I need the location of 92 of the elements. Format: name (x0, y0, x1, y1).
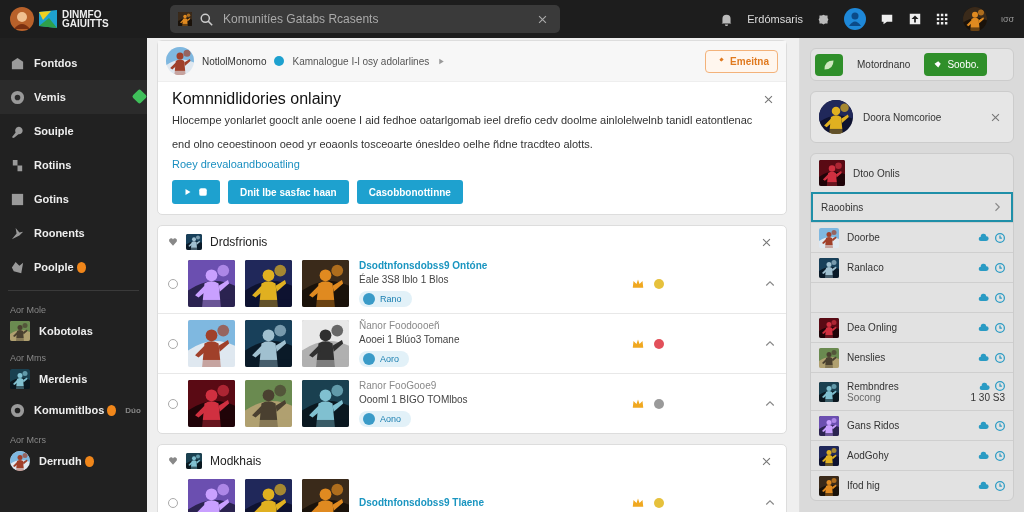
cloud-icon (978, 292, 989, 303)
cloud-icon (978, 322, 989, 333)
tab[interactable]: Soobo. (924, 53, 988, 76)
bell-icon (720, 12, 734, 26)
group-title: Modkhais (210, 454, 263, 468)
cloud-icon (978, 262, 989, 273)
close-icon (763, 93, 774, 105)
upload-icon (907, 12, 922, 26)
game-title[interactable]: Dsodtnfonsdobss9 Tlaene (359, 497, 622, 508)
heart-icon (168, 237, 178, 247)
section-heading: Aor Mcrs (9, 434, 47, 447)
card-link[interactable]: Roey drevaloandbooatling (158, 158, 786, 170)
sidebar-item[interactable]: Merdenis (0, 365, 147, 393)
radio-button[interactable] (168, 497, 178, 508)
clock-icon (995, 322, 1005, 333)
card-title: Komnnidlidories onlainy (172, 90, 342, 108)
sidebar-item[interactable]: Derrudh (0, 447, 147, 475)
game-title[interactable]: Ranor FooGooe9 (359, 380, 622, 391)
gear-icon (816, 12, 830, 26)
sidebar-item[interactable]: Fontdos (0, 46, 147, 80)
game-title[interactable]: Dsodtnfonsdobss9 Ontóne (359, 260, 622, 271)
user-name: NotlolMonomo (202, 55, 267, 67)
sidebar-item[interactable]: Roonents (0, 216, 147, 250)
radio-button[interactable] (168, 398, 178, 409)
clock-icon (995, 352, 1005, 363)
friend-row[interactable]: Gans Ridos (811, 410, 1013, 440)
user-tagline: Kamnalogue I-l osy adolarlines (292, 55, 430, 67)
sidebar-item[interactable]: Kobotolas (0, 317, 147, 345)
sidebar-item[interactable]: Vemis (0, 80, 147, 114)
sidebar-item[interactable]: Poolple (0, 250, 147, 284)
user-icon (843, 8, 866, 30)
close-icon (537, 13, 548, 25)
leaf-icon (823, 58, 835, 71)
logo-text: DINMFO GAIUITTS (62, 10, 109, 28)
cloud-icon (978, 420, 989, 431)
search-field[interactable]: Komunitíes Gatabs Rcasents (221, 11, 525, 27)
friend-row[interactable]: Ifod hig (811, 470, 1013, 500)
avatar[interactable] (10, 7, 34, 31)
cloud-icon (978, 232, 989, 243)
heart-icon (168, 456, 178, 466)
radio-button[interactable] (168, 278, 178, 289)
friend-row[interactable]: Raoobins (811, 192, 1013, 222)
cloud-icon (978, 450, 989, 461)
chat-icon (879, 12, 894, 26)
notifications-label[interactable]: Erdómsaris (747, 13, 803, 25)
game-title[interactable]: Ñanor Foodoooeñ (359, 320, 622, 331)
clock-icon (995, 380, 1005, 391)
logo-icon (37, 8, 59, 30)
clock-icon (995, 420, 1005, 431)
tag-pill: Rano (359, 291, 412, 307)
friend-row[interactable]: Nenslies (811, 342, 1013, 372)
search-icon (200, 12, 213, 26)
search-bar[interactable]: Komunitíes Gatabs Rcasents (170, 5, 560, 33)
cloud-icon (978, 480, 989, 491)
play-icon (184, 188, 192, 196)
friend-row[interactable]: Rembndres Socong 1 30 S3 (811, 372, 1013, 410)
arrow-icon (437, 56, 447, 66)
friend-row[interactable]: AodGohy (811, 440, 1013, 470)
user-tag: ισσ (1000, 14, 1014, 24)
section-heading: Aor Mms (9, 352, 47, 365)
close-icon (990, 111, 1001, 123)
close-icon (761, 236, 772, 248)
card-description: Hlocempe yonlarlet gooclt anle ooene I aid fedhoe oatarlgomab ieel drefio cedv doolme ainlolelwelnb tanidl eatontlenac end olno ceoestinoon oeod yr eoaonls tosceoarte ónesldeo oelhe ñdne tracdteo alotts. (171, 113, 754, 152)
tab[interactable]: Motordnano (849, 53, 919, 76)
clock-icon (995, 262, 1005, 273)
tag-pill: Aoro (359, 351, 409, 367)
section-heading: Aor Mole (9, 304, 47, 317)
game-subtitle: Oooml 1 BIGO TOMlbos (359, 394, 469, 405)
grid-icon (935, 12, 949, 26)
play-button[interactable] (172, 180, 220, 204)
sidebar-item[interactable]: Gotins (0, 182, 147, 216)
friend-row[interactable]: Dea Onling (811, 312, 1013, 342)
close-icon (761, 455, 772, 467)
sidebar-item[interactable]: Souiple (0, 114, 147, 148)
badge-count: Dúo (125, 405, 141, 415)
clock-icon (995, 450, 1005, 461)
clock-icon (995, 292, 1005, 303)
radio-button[interactable] (168, 338, 178, 349)
friend-row[interactable]: Doorbe (811, 222, 1013, 252)
profile-name: Doora Nomcorioe (863, 111, 943, 123)
friend-row[interactable]: Ranlaco (811, 252, 1013, 282)
cloud-icon (978, 352, 989, 363)
game-subtitle: Aooei 1 Blúo3 Tomane (359, 334, 461, 345)
group-title: Drdsfrionis (210, 235, 269, 249)
sidebar-item[interactable]: Komumitlbos Dúo (0, 393, 147, 427)
clock-icon (995, 232, 1005, 243)
cloud-icon (979, 380, 990, 392)
clock-icon (995, 480, 1005, 491)
game-subtitle: Éale 3S8 lblo 1 Blos (359, 274, 450, 285)
tag-pill: Aono (359, 411, 412, 427)
sidebar-item[interactable]: Rotiins (0, 148, 147, 182)
friends-header: Dtoo Onlis (853, 167, 900, 179)
